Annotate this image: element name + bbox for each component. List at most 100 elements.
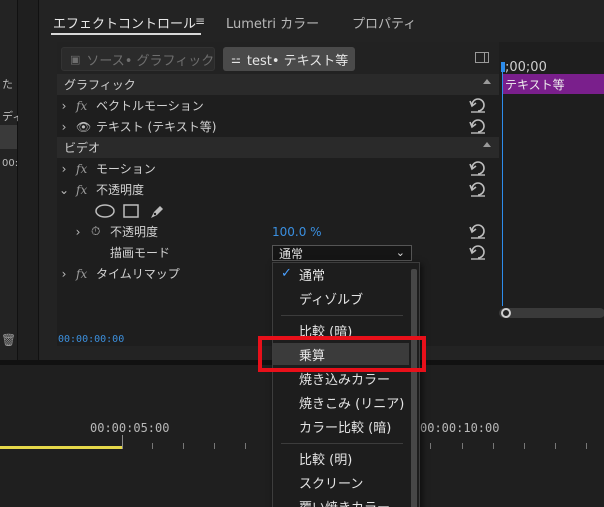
active-clip-chip[interactable]: ⚍ test• テキスト等 [223, 47, 355, 71]
ruler-label: 00:00:05:00 [90, 421, 170, 435]
blend-mode-select[interactable]: 通常 ⌄ [272, 245, 412, 261]
zoom-scrollbar-handle[interactable] [501, 308, 511, 318]
effect-motion-label: モーション [96, 162, 156, 176]
section-video-label: ビデオ [64, 141, 101, 155]
effect-time-remap-label: タイムリマップ [96, 267, 180, 281]
ruler-tick [524, 443, 525, 449]
trash-icon[interactable]: 🗑 [1, 333, 16, 347]
menu-item-label: 通常 [299, 268, 326, 284]
chevron-down-icon: ⌄ [395, 246, 405, 259]
menu-item-lighten[interactable]: 比較 (明) [273, 447, 409, 469]
left-panel-stub: た ディ 00:00 🗑 [0, 0, 31, 360]
reset-icon[interactable] [469, 181, 487, 197]
menu-item-label: 比較 (明) [299, 452, 353, 468]
tab-effect-controls[interactable]: エフェクトコントロール [53, 13, 196, 32]
mask-tools [57, 200, 499, 222]
chevron-right-icon[interactable]: › [73, 225, 83, 239]
chevron-right-icon[interactable]: › [59, 267, 69, 281]
ruler-tick [183, 443, 184, 449]
clip-bar[interactable]: テキスト等 [503, 74, 604, 94]
reset-icon[interactable] [469, 223, 487, 239]
ellipse-mask-icon[interactable] [95, 204, 115, 221]
effect-vector-motion[interactable]: › fx ベクトルモーション [57, 95, 499, 116]
work-area-bar[interactable] [0, 446, 122, 449]
menu-item-darker-color[interactable]: カラー比較 (暗) [273, 415, 409, 437]
reset-icon[interactable] [469, 118, 487, 134]
toggle-timeline-icon[interactable] [475, 52, 489, 63]
source-chip-label: ソース• グラフィック [86, 53, 215, 69]
effect-vector-motion-label: ベクトルモーション [96, 99, 204, 113]
menu-item-label: 焼きこみ (リニア) [299, 396, 405, 412]
fx-icon[interactable]: fx [76, 162, 87, 176]
chevron-down-icon[interactable]: ⌄ [59, 183, 69, 197]
ruler-tick [555, 443, 556, 449]
collapse-caret-icon[interactable] [483, 79, 491, 84]
source-row: ▣ ソース• グラフィック ⚍ test• テキスト等 [57, 42, 499, 74]
fx-icon[interactable]: fx [76, 183, 87, 197]
chevron-right-icon[interactable]: › [59, 120, 69, 134]
highlight-annotation [258, 336, 426, 372]
stopwatch-icon[interactable]: ⏱ [91, 224, 100, 239]
active-clip-label: test• テキスト等 [246, 53, 349, 69]
menu-separator [281, 443, 403, 444]
tab-lumetri-color[interactable]: Lumetri カラー [226, 13, 319, 32]
menu-item-dissolve[interactable]: ディゾルブ [273, 287, 409, 309]
chevron-right-icon[interactable]: › [59, 162, 69, 176]
reset-icon[interactable] [469, 97, 487, 113]
left-panel-text: た [2, 78, 13, 91]
clip-icon: ▣ [70, 52, 81, 66]
effect-text[interactable]: › 👁 テキスト (テキスト等) [57, 116, 499, 137]
left-panel-field [0, 125, 17, 149]
active-tab-underline [51, 33, 201, 35]
sequence-icon: ⚍ [231, 52, 241, 66]
rectangle-mask-icon[interactable] [123, 204, 139, 221]
menu-item-normal[interactable]: ✓ 通常 [273, 263, 409, 285]
source-chip[interactable]: ▣ ソース• グラフィック [61, 47, 215, 71]
panel-menu-icon[interactable]: ≡ [195, 14, 205, 28]
eye-icon[interactable]: 👁 [76, 120, 91, 134]
ruler-tick [462, 443, 463, 449]
ruler-tick [152, 443, 153, 449]
reset-icon[interactable] [469, 244, 487, 260]
panel-gap [18, 0, 38, 360]
clip-bar-label: テキスト等 [505, 77, 565, 92]
chevron-right-icon[interactable]: › [59, 99, 69, 113]
collapse-caret-icon[interactable] [483, 142, 491, 147]
effect-text-label: テキスト (テキスト等) [96, 120, 217, 134]
param-opacity[interactable]: › ⏱ 不透明度 100.0 % [57, 221, 499, 242]
menu-item-label: スクリーン [299, 476, 364, 492]
current-timecode[interactable]: 00:00:00:00 [58, 334, 124, 345]
menu-item-linear-burn[interactable]: 焼きこみ (リニア) [273, 391, 409, 413]
tab-properties[interactable]: プロパティ [352, 13, 416, 32]
ruler-tick [245, 443, 246, 449]
panel-tabs: エフェクトコントロール ≡ Lumetri カラー プロパティ [39, 0, 604, 38]
opacity-value[interactable]: 100.0 % [272, 225, 322, 239]
menu-item-screen[interactable]: スクリーン [273, 471, 409, 493]
reset-icon[interactable] [469, 160, 487, 176]
checkmark-icon: ✓ [281, 266, 292, 281]
fx-icon[interactable]: fx [76, 99, 87, 113]
menu-item-label: ディゾルブ [299, 292, 364, 308]
menu-separator [281, 315, 403, 316]
section-graphic-label: グラフィック [64, 78, 136, 92]
blend-mode-value: 通常 [279, 246, 304, 261]
effect-opacity[interactable]: ⌄ fx 不透明度 [57, 179, 499, 200]
menu-item-label: 覆い焼きカラー [299, 497, 390, 507]
param-opacity-label: 不透明度 [110, 225, 159, 239]
timeline-timecode: ;00;00 [505, 60, 547, 75]
section-video[interactable]: ビデオ [57, 137, 499, 158]
menu-item-color-dodge[interactable]: 覆い焼きカラー [273, 495, 409, 507]
menu-item-label: カラー比較 (暗) [299, 420, 392, 436]
menu-scrollbar[interactable] [411, 269, 417, 507]
fx-icon[interactable]: fx [76, 267, 87, 281]
section-graphic[interactable]: グラフィック [57, 74, 499, 95]
zoom-scrollbar[interactable] [499, 308, 604, 318]
effect-timeline-view: ;00;00 テキスト等 [499, 42, 604, 346]
ruler-label: 00:00:10:00 [420, 421, 500, 435]
effect-opacity-label: 不透明度 [96, 183, 145, 197]
blend-mode-menu: ✓ 通常 ディゾルブ 比較 (暗) 乗算 焼き込みカラー 焼きこみ (リニア) … [272, 262, 420, 507]
effect-motion[interactable]: › fx モーション [57, 158, 499, 179]
ruler-tick [214, 443, 215, 449]
playhead-line [502, 70, 503, 306]
ruler-tick [122, 435, 123, 449]
